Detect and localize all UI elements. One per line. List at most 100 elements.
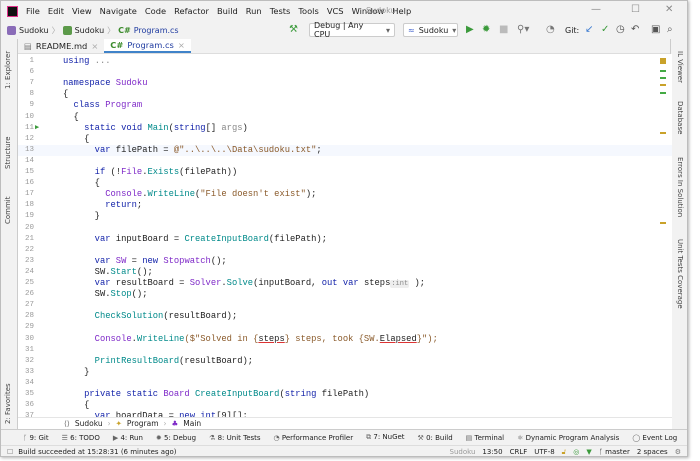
configuration-dropdown[interactable]: Debug | Any CPU ▾ <box>309 21 395 39</box>
code-line[interactable]: 23 var SW = new Stopwatch(); <box>18 256 672 267</box>
breadcrumb-namespace[interactable]: Sudoku <box>75 419 103 428</box>
status-position[interactable]: 13:50 <box>482 448 502 456</box>
inspection-ok-icon[interactable]: ◎ <box>573 448 579 456</box>
lock-icon[interactable]: 🔓︎ <box>562 448 567 457</box>
tool-window-todo[interactable]: ☰ 6: TODO <box>62 434 100 442</box>
coverage-tool[interactable]: Unit Tests Coverage <box>676 239 684 309</box>
code-line[interactable]: 30 Console.WriteLine($"Solved in {steps}… <box>18 334 672 345</box>
menu-tools[interactable]: Tools <box>298 6 318 16</box>
code-line[interactable]: 21 var inputBoard = CreateInputBoard(fil… <box>18 234 672 245</box>
code-line[interactable]: 14 <box>18 156 672 167</box>
code-editor[interactable]: 1 using ... 6 7 namespace Sudoku 8{9 class Pr… <box>18 54 672 417</box>
crumb-solution[interactable]: Sudoku <box>19 26 49 35</box>
menu-edit[interactable]: Edit <box>48 6 64 16</box>
git-history-icon[interactable]: ◷ <box>616 24 625 35</box>
code-line[interactable]: 19 } <box>18 211 672 222</box>
menu-vcs[interactable]: VCS <box>327 6 344 16</box>
breadcrumb-method[interactable]: Main <box>183 419 201 428</box>
build-hammer-icon[interactable]: ⚒ <box>289 24 298 35</box>
profiler-icon[interactable]: ◔ <box>546 24 555 35</box>
code-line[interactable]: 10 { <box>18 112 672 123</box>
close-button[interactable]: ✕ <box>665 4 673 15</box>
status-project[interactable]: Sudoku <box>450 448 476 456</box>
errors-tool[interactable]: Errors In Solution <box>676 157 684 217</box>
attach-icon[interactable]: ⚲▾ <box>517 24 529 35</box>
commit-tool[interactable]: Commit <box>4 197 12 225</box>
code-line[interactable]: 26 SW.Stop(); <box>18 289 672 300</box>
code-line[interactable]: 22 <box>18 245 672 256</box>
menu-view[interactable]: View <box>72 6 92 16</box>
code-line[interactable]: 18 return; <box>18 200 672 211</box>
code-line[interactable]: 8{ <box>18 89 672 100</box>
close-tab-icon[interactable]: × <box>178 40 185 50</box>
crumb-project[interactable]: Sudoku <box>75 26 105 35</box>
git-commit-icon[interactable]: ✓ <box>601 24 609 35</box>
code-line[interactable]: 17 Console.WriteLine("File doesn't exist… <box>18 189 672 200</box>
database-tool[interactable]: Database <box>676 101 684 134</box>
code-line[interactable]: 24 SW.Start(); <box>18 267 672 278</box>
debug-icon[interactable]: ✹ <box>482 24 490 35</box>
maximize-button[interactable]: ☐ <box>631 4 640 15</box>
tool-window-performance-profiler[interactable]: ◔ Performance Profiler <box>274 434 354 442</box>
tab-program-cs[interactable]: C# Program.cs × <box>104 39 191 53</box>
git-update-icon[interactable]: ↙ <box>585 24 593 35</box>
code-line[interactable]: 11 ▶ static void Main(string[] args) <box>18 123 672 134</box>
il-viewer-tool[interactable]: IL Viewer <box>676 51 684 83</box>
tab-readme[interactable]: ▤ README.md × <box>18 39 104 53</box>
menu-refactor[interactable]: Refactor <box>174 6 209 16</box>
code-line[interactable]: 27 <box>18 300 672 311</box>
run-gutter-icon[interactable]: ▶ <box>35 123 39 134</box>
code-line[interactable]: 1 using ... <box>18 56 672 67</box>
tool-window-build[interactable]: ⚒ 0: Build <box>418 434 453 442</box>
code-line[interactable]: 32 PrintResultBoard(resultBoard); <box>18 356 672 367</box>
tool-window-dynamic-program-analysis[interactable]: ⚛ Dynamic Program Analysis <box>517 434 619 442</box>
code-line[interactable]: 15 if (!File.Exists(filePath)) <box>18 167 672 178</box>
structure-tool[interactable]: Structure <box>4 136 12 169</box>
minimize-button[interactable]: — <box>591 4 601 15</box>
notifications-icon[interactable]: ⚙ <box>675 448 681 456</box>
favorites-tool[interactable]: 2: Favorites <box>4 383 12 424</box>
menu-file[interactable]: File <box>26 6 40 16</box>
crumb-file[interactable]: Program.cs <box>134 26 179 35</box>
stop-icon[interactable]: ■ <box>499 24 508 35</box>
explorer-tool[interactable]: 1: Explorer <box>4 51 12 89</box>
tool-window-nuget[interactable]: ⧉ 7: NuGet <box>366 433 404 442</box>
tool-window-debug[interactable]: ✹ 5: Debug <box>156 434 196 442</box>
vcs-icon[interactable]: ▼ <box>586 448 591 456</box>
code-line[interactable]: 33 } <box>18 367 672 378</box>
code-line[interactable]: 25 var resultBoard = Solver.Solve(inputB… <box>18 278 672 289</box>
code-line[interactable]: 6 <box>18 67 672 78</box>
menu-code[interactable]: Code <box>145 6 166 16</box>
code-line[interactable]: 29 <box>18 322 672 333</box>
tool-window-run[interactable]: ▶ 4: Run <box>113 434 143 442</box>
code-line[interactable]: 13 var filePath = @"..\..\..\Data\sudoku… <box>18 144 672 156</box>
status-encoding[interactable]: UTF-8 <box>534 448 554 456</box>
git-rollback-icon[interactable]: ↶ <box>631 24 639 35</box>
tool-window-unit-tests[interactable]: ⚗ 8: Unit Tests <box>209 434 260 442</box>
status-line-ending[interactable]: CRLF <box>510 448 528 456</box>
tool-window-terminal[interactable]: ▤ Terminal <box>466 434 504 442</box>
code-line[interactable]: 36 { <box>18 400 672 411</box>
search-icon[interactable]: ⌕ <box>667 24 673 35</box>
code-line[interactable]: 20 <box>18 223 672 234</box>
code-line[interactable]: 34 <box>18 378 672 389</box>
menu-build[interactable]: Build <box>217 6 238 16</box>
code-line[interactable]: 16 { <box>18 178 672 189</box>
code-line[interactable]: 7 namespace Sudoku <box>18 78 672 89</box>
tool-window-git[interactable]: ᚴ 9: Git <box>23 434 49 442</box>
status-indent[interactable]: 2 spaces <box>637 448 668 456</box>
menu-tests[interactable]: Tests <box>270 6 291 16</box>
code-line[interactable]: 28 CheckSolution(resultBoard); <box>18 311 672 322</box>
code-line[interactable]: 35 private static Board CreateInputBoard… <box>18 389 672 400</box>
code-line[interactable]: 9 class Program <box>18 100 672 111</box>
code-line[interactable]: 31 <box>18 345 672 356</box>
menu-run[interactable]: Run <box>246 6 262 16</box>
close-tab-icon[interactable]: × <box>91 41 98 51</box>
menu-navigate[interactable]: Navigate <box>100 6 137 16</box>
run-target-dropdown[interactable]: ≈ Sudoku ▾ <box>403 23 458 37</box>
tool-window-event-log[interactable]: ◯ Event Log <box>632 434 677 442</box>
status-branch[interactable]: ᚴ master <box>599 448 630 456</box>
run-icon[interactable]: ▶ <box>466 24 474 35</box>
code-line[interactable]: 12 { <box>18 134 672 145</box>
status-message[interactable]: Build succeeded at 15:28:31 (6 minutes a… <box>18 448 176 456</box>
